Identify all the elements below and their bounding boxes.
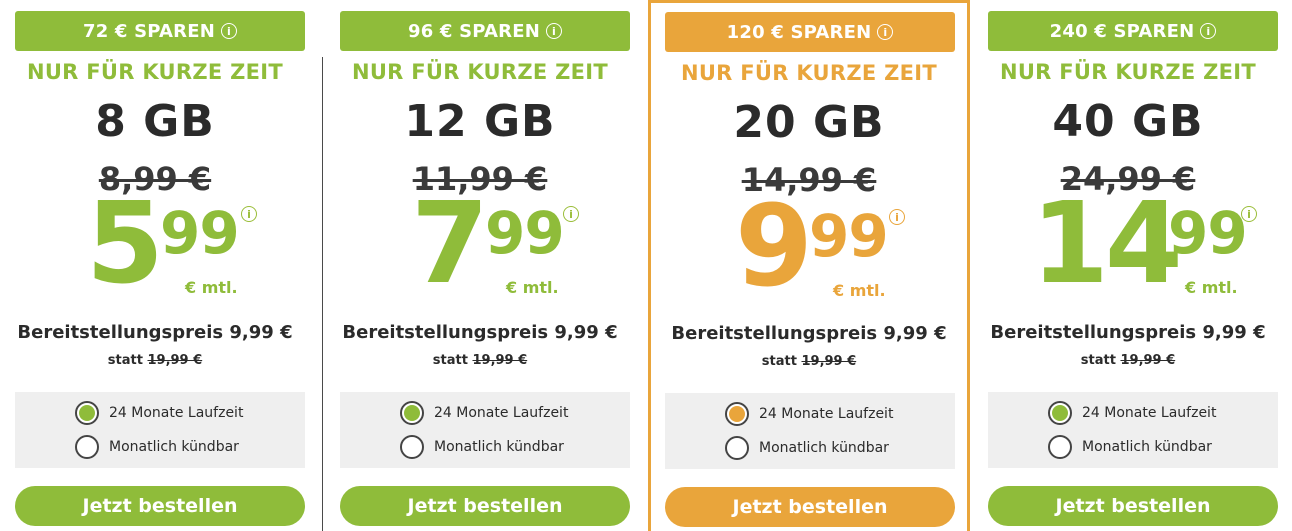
price-cents: 99 — [485, 199, 565, 267]
setup-instead-label: statt — [1080, 353, 1116, 368]
data-volume: 12 GB — [404, 96, 556, 147]
option-24-months[interactable]: 24 Monate Laufzeit — [725, 402, 893, 426]
setup-old-price: statt 19,99 € — [651, 354, 967, 369]
order-button[interactable]: Jetzt bestellen — [665, 487, 955, 527]
setup-instead-label: statt — [761, 354, 797, 369]
promo-label: NUR FÜR KURZE ZEIT — [351, 60, 609, 84]
contract-options: 24 Monate Laufzeit Monatlich kündbar — [665, 393, 955, 469]
option-monthly[interactable]: Monatlich kündbar — [75, 435, 239, 459]
radio-unselected-icon[interactable] — [725, 436, 749, 460]
savings-label: 96 € SPAREN — [408, 20, 540, 42]
option-label: 24 Monate Laufzeit — [109, 405, 244, 421]
savings-banner: 240 € SPAREN i — [988, 11, 1278, 51]
price-unit: € mtl. — [506, 278, 559, 297]
data-volume: 20 GB — [733, 97, 885, 148]
setup-instead-label: statt — [107, 353, 143, 368]
promo-label: NUR FÜR KURZE ZEIT — [999, 60, 1257, 84]
savings-banner: 120 € SPAREN i — [665, 12, 955, 52]
plan-card-12gb: 96 € SPAREN i NUR FÜR KURZE ZEIT 12 GB 1… — [325, 0, 635, 531]
setup-old-value: 19,99 € — [472, 353, 528, 368]
price: 7 99 € mtl. i — [325, 188, 635, 306]
setup-old-value: 19,99 € — [1120, 353, 1176, 368]
option-label: 24 Monate Laufzeit — [759, 406, 894, 422]
setup-fee: Bereitstellungspreis 9,99 € — [990, 322, 1266, 343]
radio-selected-icon[interactable] — [1048, 401, 1072, 425]
option-monthly[interactable]: Monatlich kündbar — [725, 436, 889, 460]
divider — [322, 57, 323, 531]
price: 9 99 € mtl. i — [651, 191, 967, 309]
savings-label: 120 € SPAREN — [726, 21, 872, 43]
price: 5 99 € mtl. i — [0, 188, 310, 306]
radio-unselected-icon[interactable] — [75, 435, 99, 459]
savings-label: 240 € SPAREN — [1049, 20, 1195, 42]
savings-banner: 72 € SPAREN i — [15, 11, 305, 51]
contract-options: 24 Monate Laufzeit Monatlich kündbar — [340, 392, 630, 468]
setup-old-value: 19,99 € — [801, 354, 857, 369]
plan-card-8gb: 72 € SPAREN i NUR FÜR KURZE ZEIT 8 GB 8,… — [0, 0, 310, 531]
radio-selected-icon[interactable] — [400, 401, 424, 425]
savings-banner: 96 € SPAREN i — [340, 11, 630, 51]
info-icon[interactable]: i — [1241, 206, 1257, 222]
price-euros: 9 — [735, 182, 813, 312]
option-label: Monatlich kündbar — [434, 439, 564, 455]
old-price: 14,99 € — [741, 161, 877, 199]
option-label: Monatlich kündbar — [1082, 439, 1212, 455]
data-volume: 40 GB — [1052, 96, 1204, 147]
plan-card-20gb: 120 € SPAREN i NUR FÜR KURZE ZEIT 20 GB … — [648, 0, 970, 531]
price: 14 99 € mtl. i — [973, 188, 1283, 306]
promo-label: NUR FÜR KURZE ZEIT — [680, 61, 938, 85]
setup-fee: Bereitstellungspreis 9,99 € — [17, 322, 293, 343]
price-unit: € mtl. — [833, 281, 886, 300]
contract-options: 24 Monate Laufzeit Monatlich kündbar — [988, 392, 1278, 468]
price-euros: 14 — [1031, 179, 1183, 309]
option-24-months[interactable]: 24 Monate Laufzeit — [1048, 401, 1216, 425]
price-euros: 7 — [411, 179, 489, 309]
price-unit: € mtl. — [1185, 278, 1238, 297]
info-icon[interactable]: i — [220, 23, 237, 39]
option-24-months[interactable]: 24 Monate Laufzeit — [400, 401, 568, 425]
radio-unselected-icon[interactable] — [1048, 435, 1072, 459]
option-label: Monatlich kündbar — [759, 440, 889, 456]
price-cents: 99 — [809, 202, 889, 270]
info-icon[interactable]: i — [241, 206, 257, 222]
price-unit: € mtl. — [185, 278, 238, 297]
option-monthly[interactable]: Monatlich kündbar — [1048, 435, 1212, 459]
radio-unselected-icon[interactable] — [400, 435, 424, 459]
option-monthly[interactable]: Monatlich kündbar — [400, 435, 564, 459]
savings-label: 72 € SPAREN — [83, 20, 215, 42]
setup-old-value: 19,99 € — [147, 353, 203, 368]
setup-fee: Bereitstellungspreis 9,99 € — [671, 323, 947, 344]
contract-options: 24 Monate Laufzeit Monatlich kündbar — [15, 392, 305, 468]
price-cents: 99 — [160, 199, 240, 267]
price-euros: 5 — [86, 179, 164, 309]
setup-instead-label: statt — [432, 353, 468, 368]
setup-old-price: statt 19,99 € — [0, 353, 310, 368]
order-button[interactable]: Jetzt bestellen — [340, 486, 630, 526]
plan-card-40gb: 240 € SPAREN i NUR FÜR KURZE ZEIT 40 GB … — [973, 0, 1283, 531]
setup-old-price: statt 19,99 € — [325, 353, 635, 368]
option-label: 24 Monate Laufzeit — [434, 405, 569, 421]
option-24-months[interactable]: 24 Monate Laufzeit — [75, 401, 243, 425]
order-button[interactable]: Jetzt bestellen — [15, 486, 305, 526]
radio-selected-icon[interactable] — [725, 402, 749, 426]
radio-selected-icon[interactable] — [75, 401, 99, 425]
order-button[interactable]: Jetzt bestellen — [988, 486, 1278, 526]
price-cents: 99 — [1168, 199, 1248, 267]
option-label: 24 Monate Laufzeit — [1082, 405, 1217, 421]
option-label: Monatlich kündbar — [109, 439, 239, 455]
info-icon[interactable]: i — [889, 209, 905, 225]
setup-fee: Bereitstellungspreis 9,99 € — [342, 322, 618, 343]
info-icon[interactable]: i — [563, 206, 579, 222]
info-icon[interactable]: i — [545, 23, 562, 39]
data-volume: 8 GB — [95, 96, 215, 147]
info-icon[interactable]: i — [877, 24, 894, 40]
promo-label: NUR FÜR KURZE ZEIT — [26, 60, 284, 84]
setup-old-price: statt 19,99 € — [973, 353, 1283, 368]
info-icon[interactable]: i — [1200, 23, 1217, 39]
